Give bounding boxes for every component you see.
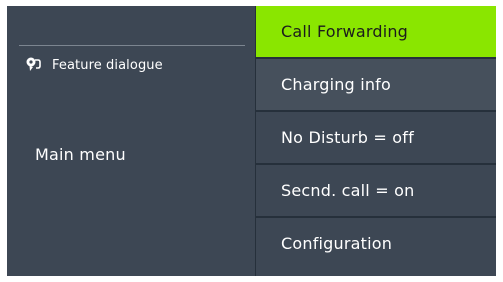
menu-item-charging-info[interactable]: Charging info — [256, 59, 496, 110]
feature-dialogue-header: Feature dialogue — [25, 55, 163, 75]
left-panel: Feature dialogue Main menu — [7, 6, 255, 276]
main-menu-label: Main menu — [35, 145, 126, 164]
menu-item-configuration[interactable]: Configuration — [256, 218, 496, 269]
menu-item-call-forwarding[interactable]: Call Forwarding — [256, 6, 496, 57]
speech-bubble-icon — [25, 56, 43, 74]
feature-menu: Call Forwarding Charging info No Disturb… — [256, 6, 496, 276]
left-divider — [19, 45, 245, 46]
phone-display: Feature dialogue Main menu Call Forwardi… — [7, 6, 496, 276]
feature-dialogue-label: Feature dialogue — [52, 57, 163, 73]
menu-item-no-disturb[interactable]: No Disturb = off — [256, 112, 496, 163]
menu-item-second-call[interactable]: Secnd. call = on — [256, 165, 496, 216]
